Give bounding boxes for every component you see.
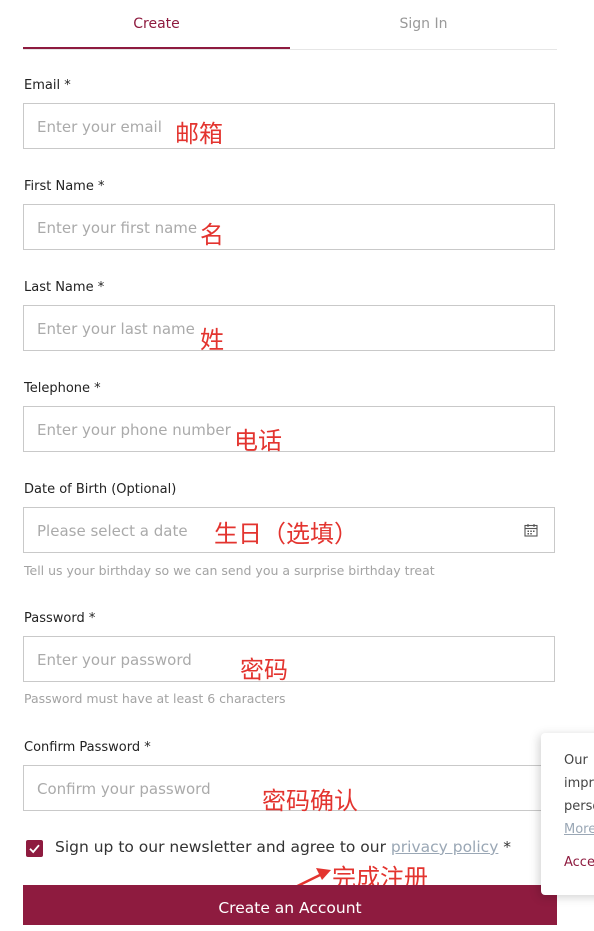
checkmark-icon — [29, 844, 40, 854]
newsletter-label: Sign up to our newsletter and agree to o… — [55, 838, 391, 856]
dob-hint: Tell us your birthday so we can send you… — [24, 563, 435, 578]
confirm-password-placeholder: Confirm your password — [37, 780, 211, 798]
first-name-label: First Name * — [24, 179, 105, 194]
newsletter-text: Sign up to our newsletter and agree to o… — [55, 838, 511, 856]
email-label: Email * — [24, 78, 71, 93]
calendar-icon[interactable] — [524, 523, 538, 537]
cookie-accept-button[interactable]: Acce — [564, 855, 594, 870]
newsletter-checkbox[interactable] — [26, 840, 43, 857]
dob-label: Date of Birth (Optional) — [24, 482, 177, 497]
password-label: Password * — [24, 611, 96, 626]
telephone-placeholder: Enter your phone number — [37, 421, 231, 439]
confirm-password-label: Confirm Password * — [24, 740, 151, 755]
password-hint: Password must have at least 6 characters — [24, 691, 286, 706]
last-name-label: Last Name * — [24, 280, 105, 295]
email-annotation: 邮箱 — [175, 120, 223, 148]
last-name-field[interactable]: Enter your last name — [23, 305, 555, 351]
telephone-label: Telephone * — [24, 381, 101, 396]
privacy-policy-link[interactable]: privacy policy — [391, 838, 498, 856]
cookie-text-line-3: perso — [564, 799, 594, 814]
auth-tabs: Create Sign In — [23, 0, 557, 50]
dob-placeholder: Please select a date — [37, 522, 188, 540]
first-name-placeholder: Enter your first name — [37, 219, 198, 237]
last-name-annotation: 姓 — [200, 326, 224, 354]
cookie-banner: Our impr perso More Acce — [541, 733, 594, 895]
cookie-text-line-1: Our — [564, 753, 588, 768]
newsletter-required-mark: * — [498, 838, 512, 856]
telephone-field[interactable]: Enter your phone number — [23, 406, 555, 452]
cookie-more-link[interactable]: More — [564, 822, 594, 837]
cookie-text-line-2: impr — [564, 776, 594, 791]
dob-annotation: 生日（选填） — [214, 520, 358, 548]
password-placeholder: Enter your password — [37, 651, 192, 669]
last-name-placeholder: Enter your last name — [37, 320, 195, 338]
email-placeholder: Enter your email — [37, 118, 162, 136]
create-account-button[interactable]: Create an Account — [23, 885, 557, 925]
first-name-annotation: 名 — [200, 221, 224, 249]
email-field[interactable]: Enter your email — [23, 103, 555, 149]
confirm-password-annotation: 密码确认 — [262, 787, 358, 815]
first-name-field[interactable]: Enter your first name — [23, 204, 555, 250]
password-field[interactable]: Enter your password — [23, 636, 555, 682]
telephone-annotation: 电话 — [234, 427, 282, 455]
tab-sign-in[interactable]: Sign In — [290, 0, 557, 47]
password-annotation: 密码 — [240, 656, 288, 684]
tab-create[interactable]: Create — [23, 0, 290, 49]
